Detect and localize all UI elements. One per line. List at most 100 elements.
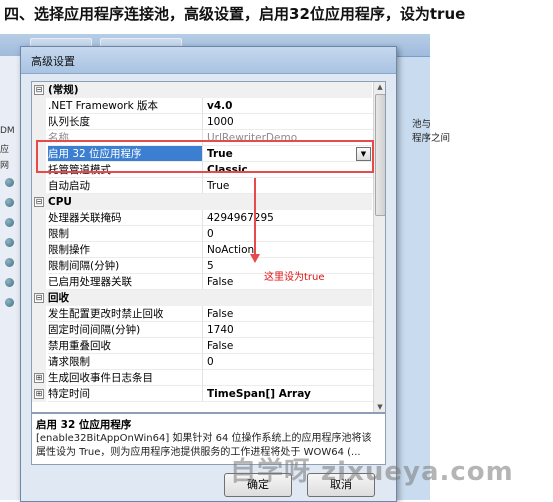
property-category[interactable]: ⊟ 回收: [32, 290, 372, 306]
expand-icon[interactable]: ⊞: [34, 389, 44, 399]
expand-icon[interactable]: ⊞: [34, 373, 44, 383]
scroll-up-icon[interactable]: ▲: [375, 82, 385, 92]
property-value-text: 0: [207, 228, 214, 240]
property-value-text: False: [207, 340, 234, 352]
property-name: 固定时间间隔(分钟): [48, 322, 202, 338]
app-pool-icon: [5, 178, 14, 187]
app-pool-icon: [5, 258, 14, 267]
collapse-icon[interactable]: ⊟: [34, 85, 44, 95]
collapse-icon[interactable]: ⊟: [34, 197, 44, 207]
property-value[interactable]: 1000: [202, 114, 373, 130]
row-gutter: [32, 274, 46, 290]
background-text-line: 池与: [412, 119, 432, 130]
property-value-text: NoAction: [207, 244, 255, 256]
highlight-box: [36, 140, 374, 173]
property-name: 自动启动: [48, 178, 202, 194]
row-gutter: [32, 306, 46, 322]
app-pool-icon: [5, 278, 14, 287]
property-value-text: TimeSpan[] Array: [207, 388, 311, 400]
background-label: 应: [0, 145, 10, 155]
property-value-text: v4.0: [207, 100, 233, 112]
scrollbar-thumb[interactable]: [375, 94, 385, 216]
property-category[interactable]: ⊟ CPU: [32, 194, 372, 210]
row-gutter: [32, 178, 46, 194]
property-row[interactable]: 队列长度 1000: [32, 114, 373, 130]
property-category[interactable]: ⊟ (常规): [32, 82, 372, 98]
property-grid[interactable]: ▲ ▼ ⊟ (常规) .NET Framework 版本 v4.0 队列长度 1000 名称…: [31, 81, 386, 413]
property-row[interactable]: 发生配置更改时禁止回收 False: [32, 306, 373, 322]
row-gutter: [32, 258, 46, 274]
row-gutter: [32, 322, 46, 338]
property-name: 限制: [48, 226, 202, 242]
collapse-icon[interactable]: ⊟: [34, 293, 44, 303]
scroll-down-icon[interactable]: ▼: [375, 402, 385, 412]
property-name: 请求限制: [48, 354, 202, 370]
property-name: 处理器关联掩码: [48, 210, 202, 226]
row-gutter: [32, 242, 46, 258]
property-value-text: 0: [207, 356, 214, 368]
property-row[interactable]: 禁用重叠回收 False: [32, 338, 373, 354]
property-name: 发生配置更改时禁止回收: [48, 306, 202, 322]
property-name: 禁用重叠回收: [48, 338, 202, 354]
property-row[interactable]: .NET Framework 版本 v4.0: [32, 98, 373, 114]
property-name: 队列长度: [48, 114, 202, 130]
property-name: .NET Framework 版本: [48, 98, 202, 114]
row-gutter: [32, 98, 46, 114]
watermark: 自学呀 zixueya.com: [230, 457, 514, 487]
property-name: 生成回收事件日志条目: [48, 370, 202, 386]
annotation-text: 这里设为true: [264, 272, 325, 283]
property-value-text: False: [207, 308, 234, 320]
background-label: DM: [0, 126, 15, 136]
property-value[interactable]: TimeSpan[] Array: [202, 386, 373, 402]
row-gutter: ⊞: [32, 370, 46, 386]
property-row[interactable]: ⊞ 特定时间 TimeSpan[] Array: [32, 386, 373, 402]
property-value-text: 1740: [207, 324, 234, 336]
dialog-title: 高级设置: [31, 55, 75, 68]
app-pool-icon: [5, 238, 14, 247]
background-tree-panel: DM 应 网: [0, 56, 21, 500]
property-row[interactable]: 自动启动 True: [32, 178, 373, 194]
row-gutter: [32, 210, 46, 226]
app-pool-icon: [5, 218, 14, 227]
property-row[interactable]: 处理器关联掩码 4294967295: [32, 210, 373, 226]
property-value-text: 5: [207, 260, 214, 272]
property-grid-scrollbar[interactable]: ▲ ▼: [373, 82, 385, 412]
property-name: 限制间隔(分钟): [48, 258, 202, 274]
row-gutter: [32, 338, 46, 354]
row-gutter: ⊞: [32, 386, 46, 402]
property-value[interactable]: NoAction: [202, 242, 373, 258]
page-heading: 四、选择应用程序连接池，高级设置，启用32位应用程序，设为true: [4, 5, 466, 23]
background-right-text: 池与 程序之间: [412, 118, 450, 146]
annotation-arrow-line: [254, 178, 256, 258]
advanced-settings-dialog: 高级设置 ▲ ▼ ⊟ (常规) .NET Framework 版本 v4.0 队列长度 1…: [20, 46, 397, 502]
property-value[interactable]: 1740: [202, 322, 373, 338]
property-name: 特定时间: [48, 386, 202, 402]
property-row[interactable]: ⊞ 生成回收事件日志条目: [32, 370, 373, 386]
category-label: CPU: [48, 196, 72, 208]
property-value[interactable]: [202, 370, 373, 386]
dialog-titlebar[interactable]: 高级设置: [21, 47, 396, 74]
property-value-text: 4294967295: [207, 212, 274, 224]
background-text-line: 程序之间: [412, 133, 451, 144]
property-value[interactable]: False: [202, 338, 373, 354]
row-gutter: [32, 226, 46, 242]
property-value[interactable]: 0: [202, 354, 373, 370]
property-name: 已启用处理器关联: [48, 274, 202, 290]
category-label: (常规): [48, 84, 79, 96]
property-value[interactable]: False: [202, 306, 373, 322]
property-value[interactable]: v4.0: [202, 98, 373, 114]
property-row[interactable]: 固定时间间隔(分钟) 1740: [32, 322, 373, 338]
app-pool-icon: [5, 298, 14, 307]
row-gutter: [32, 354, 46, 370]
property-value[interactable]: True: [202, 178, 373, 194]
property-value-text: False: [207, 276, 234, 288]
property-row[interactable]: 请求限制 0: [32, 354, 373, 370]
property-value[interactable]: 4294967295: [202, 210, 373, 226]
annotation-arrow-icon: [250, 254, 260, 263]
row-gutter: [32, 114, 46, 130]
property-row[interactable]: 限制 0: [32, 226, 373, 242]
property-row[interactable]: 限制操作 NoAction: [32, 242, 373, 258]
property-value-text: True: [207, 180, 230, 192]
property-value[interactable]: 0: [202, 226, 373, 242]
description-title: 启用 32 位应用程序: [36, 419, 132, 431]
